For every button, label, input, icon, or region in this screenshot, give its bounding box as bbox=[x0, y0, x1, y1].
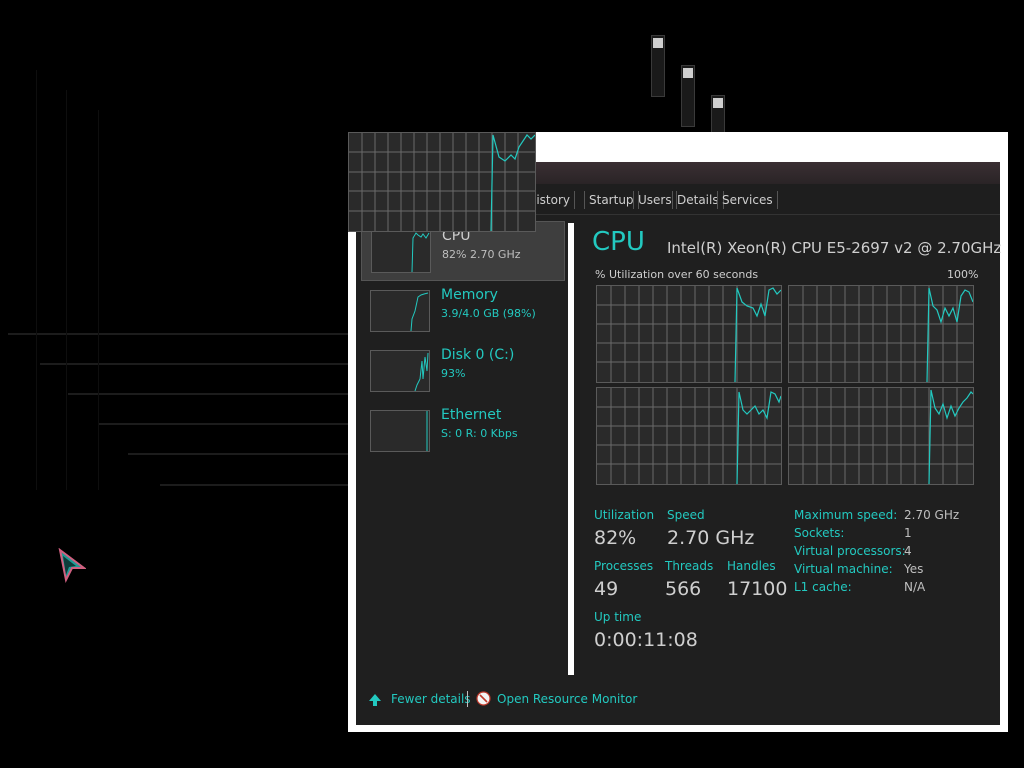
tab-details[interactable]: Details bbox=[672, 191, 724, 209]
processes-label: Processes bbox=[594, 559, 654, 573]
max-speed-value: 2.70 GHz bbox=[904, 508, 960, 522]
speed-label: Speed bbox=[667, 508, 705, 522]
virtual-machine-key: Virtual machine: bbox=[794, 562, 893, 576]
cpu-core-graph bbox=[788, 285, 974, 383]
tab-startup[interactable]: Startup bbox=[584, 191, 639, 209]
threads-value: 566 bbox=[665, 578, 702, 600]
cpu-graph-popout bbox=[348, 132, 536, 232]
tab-services[interactable]: Services bbox=[717, 191, 778, 209]
desktop-decoration bbox=[98, 423, 348, 425]
graph-max-label: 100% bbox=[947, 268, 979, 281]
desktop-decoration bbox=[98, 110, 99, 490]
utilization-label: Utilization bbox=[594, 508, 655, 522]
resource-list: CPU 82% 2.70 GHz Memory 3.9/4.0 GB (98%)… bbox=[356, 215, 566, 675]
mouse-cursor-icon bbox=[58, 548, 86, 584]
desktop-decoration bbox=[66, 90, 67, 490]
desktop-decoration bbox=[36, 70, 37, 490]
desktop-decoration bbox=[128, 453, 348, 455]
desktop-decoration bbox=[68, 393, 348, 395]
sidebar-item-sub: S: 0 R: 0 Kbps bbox=[441, 427, 518, 440]
l1-cache-value: N/A bbox=[904, 580, 926, 594]
sidebar-item-disk[interactable]: Disk 0 (C:) 93% bbox=[361, 341, 563, 399]
desktop-decoration bbox=[160, 484, 348, 486]
resource-monitor-icon[interactable] bbox=[476, 691, 491, 706]
cpu-model-name: Intel(R) Xeon(R) CPU E5-2697 v2 @ 2.70GH… bbox=[667, 239, 1002, 257]
speed-value: 2.70 GHz bbox=[667, 527, 755, 549]
disk-mini-graph bbox=[370, 350, 430, 392]
uptime-label: Up time bbox=[594, 610, 642, 624]
open-resource-monitor-link[interactable]: Open Resource Monitor bbox=[497, 692, 637, 706]
footer: Fewer details Open Resource Monitor bbox=[356, 675, 1000, 725]
processes-value: 49 bbox=[594, 578, 619, 600]
cpu-core-graph bbox=[596, 387, 782, 485]
sidebar-item-label: Disk 0 (C:) bbox=[441, 347, 515, 363]
uptime-value: 0:00:11:08 bbox=[594, 629, 698, 651]
cpu-details: CPU Intel(R) Xeon(R) CPU E5-2697 v2 @ 2.… bbox=[576, 215, 1002, 675]
pane-splitter[interactable] bbox=[568, 223, 574, 675]
utilization-value: 82% bbox=[594, 527, 637, 549]
sidebar-item-label: Ethernet bbox=[441, 407, 502, 423]
cpu-core-graph bbox=[788, 387, 974, 485]
sidebar-item-label: Memory bbox=[441, 287, 498, 303]
arrow-up-icon[interactable] bbox=[368, 693, 382, 707]
performance-panel: CPU 82% 2.70 GHz Memory 3.9/4.0 GB (98%)… bbox=[356, 215, 1002, 725]
virtual-processors-key: Virtual processors: bbox=[794, 544, 906, 558]
sidebar-item-sub: 82% 2.70 GHz bbox=[442, 248, 521, 261]
desktop-decoration bbox=[8, 333, 348, 335]
sidebar-item-ethernet[interactable]: Ethernet S: 0 R: 0 Kbps bbox=[361, 401, 563, 459]
desktop-shortcut-icon[interactable] bbox=[681, 65, 695, 127]
ethernet-mini-graph bbox=[370, 410, 430, 452]
graph-caption: % Utilization over 60 seconds bbox=[595, 268, 759, 281]
page-title: CPU bbox=[592, 227, 645, 257]
threads-label: Threads bbox=[665, 559, 714, 573]
cpu-core-graph bbox=[596, 285, 782, 383]
memory-mini-graph bbox=[370, 290, 430, 332]
sidebar-item-sub: 3.9/4.0 GB (98%) bbox=[441, 307, 536, 320]
handles-value: 17100 bbox=[727, 578, 788, 600]
sockets-key: Sockets: bbox=[794, 526, 845, 540]
sidebar-item-memory[interactable]: Memory 3.9/4.0 GB (98%) bbox=[361, 281, 563, 339]
virtual-machine-value: Yes bbox=[904, 562, 924, 576]
desktop-shortcut-icon[interactable] bbox=[651, 35, 665, 97]
handles-label: Handles bbox=[727, 559, 776, 573]
sockets-value: 1 bbox=[904, 526, 912, 540]
tab-users[interactable]: Users bbox=[633, 191, 677, 209]
fewer-details-link[interactable]: Fewer details bbox=[391, 692, 471, 706]
max-speed-key: Maximum speed: bbox=[794, 508, 898, 522]
l1-cache-key: L1 cache: bbox=[794, 580, 852, 594]
desktop-decoration bbox=[40, 363, 348, 365]
virtual-processors-value: 4 bbox=[904, 544, 912, 558]
footer-separator bbox=[467, 691, 468, 707]
cpu-mini-graph bbox=[371, 231, 431, 273]
sidebar-item-sub: 93% bbox=[441, 367, 466, 380]
